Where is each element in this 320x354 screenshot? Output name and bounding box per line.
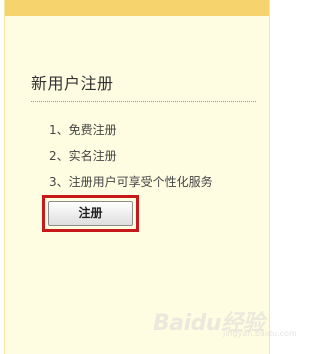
panel-title: 新用户注册 (31, 74, 114, 93)
watermark: Baidu经验 jingyan.baidu.com (153, 303, 297, 343)
list-item: 1、免费注册 (49, 123, 117, 137)
register-panel: 新用户注册 1、免费注册 2、实名注册 3、注册用户可享受个性化服务 注册 Ba… (4, 0, 297, 354)
panel-top-bar (5, 0, 269, 16)
list-item: 2、实名注册 (49, 149, 117, 163)
register-button-highlight: 注册 (42, 195, 139, 232)
register-button[interactable]: 注册 (48, 201, 133, 226)
benefits-list: 1、免费注册 2、实名注册 3、注册用户可享受个性化服务 (49, 121, 213, 199)
watermark-subtext: jingyan.baidu.com (223, 329, 297, 338)
dotted-divider (31, 101, 256, 102)
